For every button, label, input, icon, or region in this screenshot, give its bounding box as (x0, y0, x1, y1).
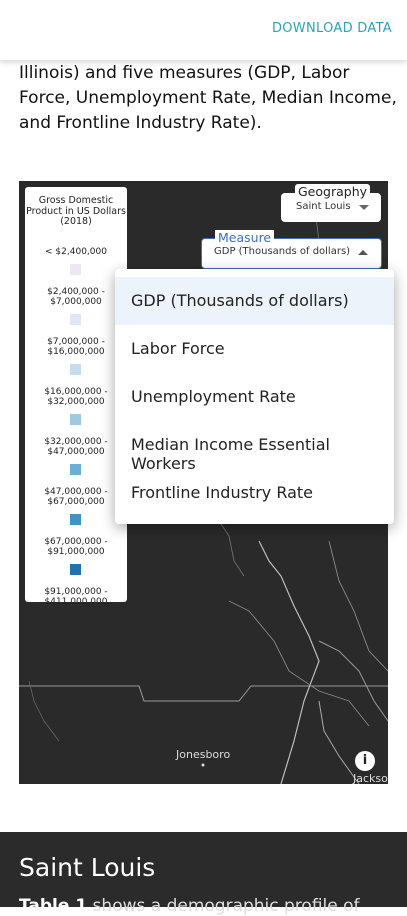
top-bar: DOWNLOAD DATA (0, 0, 407, 60)
measure-option[interactable]: Labor Force (115, 325, 394, 373)
geography-label: Geography (295, 184, 371, 199)
legend-swatch (70, 514, 81, 525)
measure-option-label: Unemployment Rate (131, 387, 296, 406)
legend-bin-label: $32,000,000 - $47,000,000 (44, 437, 108, 457)
legend-bin-label: $2,400,000 - $7,000,000 (47, 287, 105, 307)
table-reference-link[interactable]: Table 1 (19, 896, 87, 916)
download-data-link[interactable]: DOWNLOAD DATA (272, 21, 392, 36)
map-legend: Gross Domestic Product in US Dollars (20… (25, 187, 127, 607)
info-icon: i (362, 753, 368, 768)
legend-bin-label: $91,000,000 - $411,000,000 (44, 587, 108, 607)
measure-option[interactable]: Frontline Industry Rate (115, 469, 394, 517)
info-button[interactable]: i (355, 751, 375, 771)
legend-swatch (70, 414, 81, 425)
section-title: Saint Louis (19, 853, 156, 882)
measure-value: GDP (Thousands of dollars) (214, 246, 351, 257)
measure-label: Measure (215, 230, 275, 245)
legend-bin-label: $67,000,000 - $91,000,000 (44, 537, 108, 557)
intro-paragraph: Illinois) and five measures (GDP, Labor … (19, 63, 397, 133)
legend-swatch (70, 564, 81, 575)
legend-bin-label: $7,000,000 - $16,000,000 (47, 337, 105, 357)
measure-option-label: Median Income Essential Workers (131, 435, 330, 473)
measure-dropdown-icon[interactable] (358, 250, 368, 255)
legend-bin-label: $16,000,000 - $32,000,000 (44, 387, 108, 407)
legend-title: Gross Domestic Product in US Dollars (20… (26, 195, 126, 227)
legend-bin-label: < $2,400,000 (45, 247, 107, 257)
section-saint-louis: Saint Louis Table 1 shows a demographic … (0, 832, 407, 916)
measure-option-label: Labor Force (131, 339, 225, 358)
geography-dropdown-icon[interactable] (359, 205, 369, 210)
measure-option[interactable]: Median Income Essential Workers (115, 421, 394, 473)
legend-swatch (70, 364, 81, 375)
city-label-jonesboro: Jonesboro (176, 748, 231, 761)
legend-swatch (70, 464, 81, 475)
section-paragraph: Table 1 shows a demographic profile of (19, 896, 360, 916)
measure-option[interactable]: Unemployment Rate (115, 373, 394, 421)
legend-swatch (70, 264, 81, 275)
legend-bin-label: $47,000,000 - $67,000,000 (44, 487, 108, 507)
measure-option[interactable]: GDP (Thousands of dollars) (115, 277, 394, 325)
measure-option-label: Frontline Industry Rate (131, 483, 314, 502)
measure-dropdown-menu[interactable]: GDP (Thousands of dollars) Labor Force U… (115, 269, 394, 524)
legend-swatch (70, 314, 81, 325)
geography-value: Saint Louis (296, 201, 351, 212)
measure-option-label: GDP (Thousands of dollars) (131, 291, 349, 310)
section-paragraph-text: shows a demographic profile of (87, 896, 360, 916)
city-label-jackson: Jackso (353, 772, 388, 784)
